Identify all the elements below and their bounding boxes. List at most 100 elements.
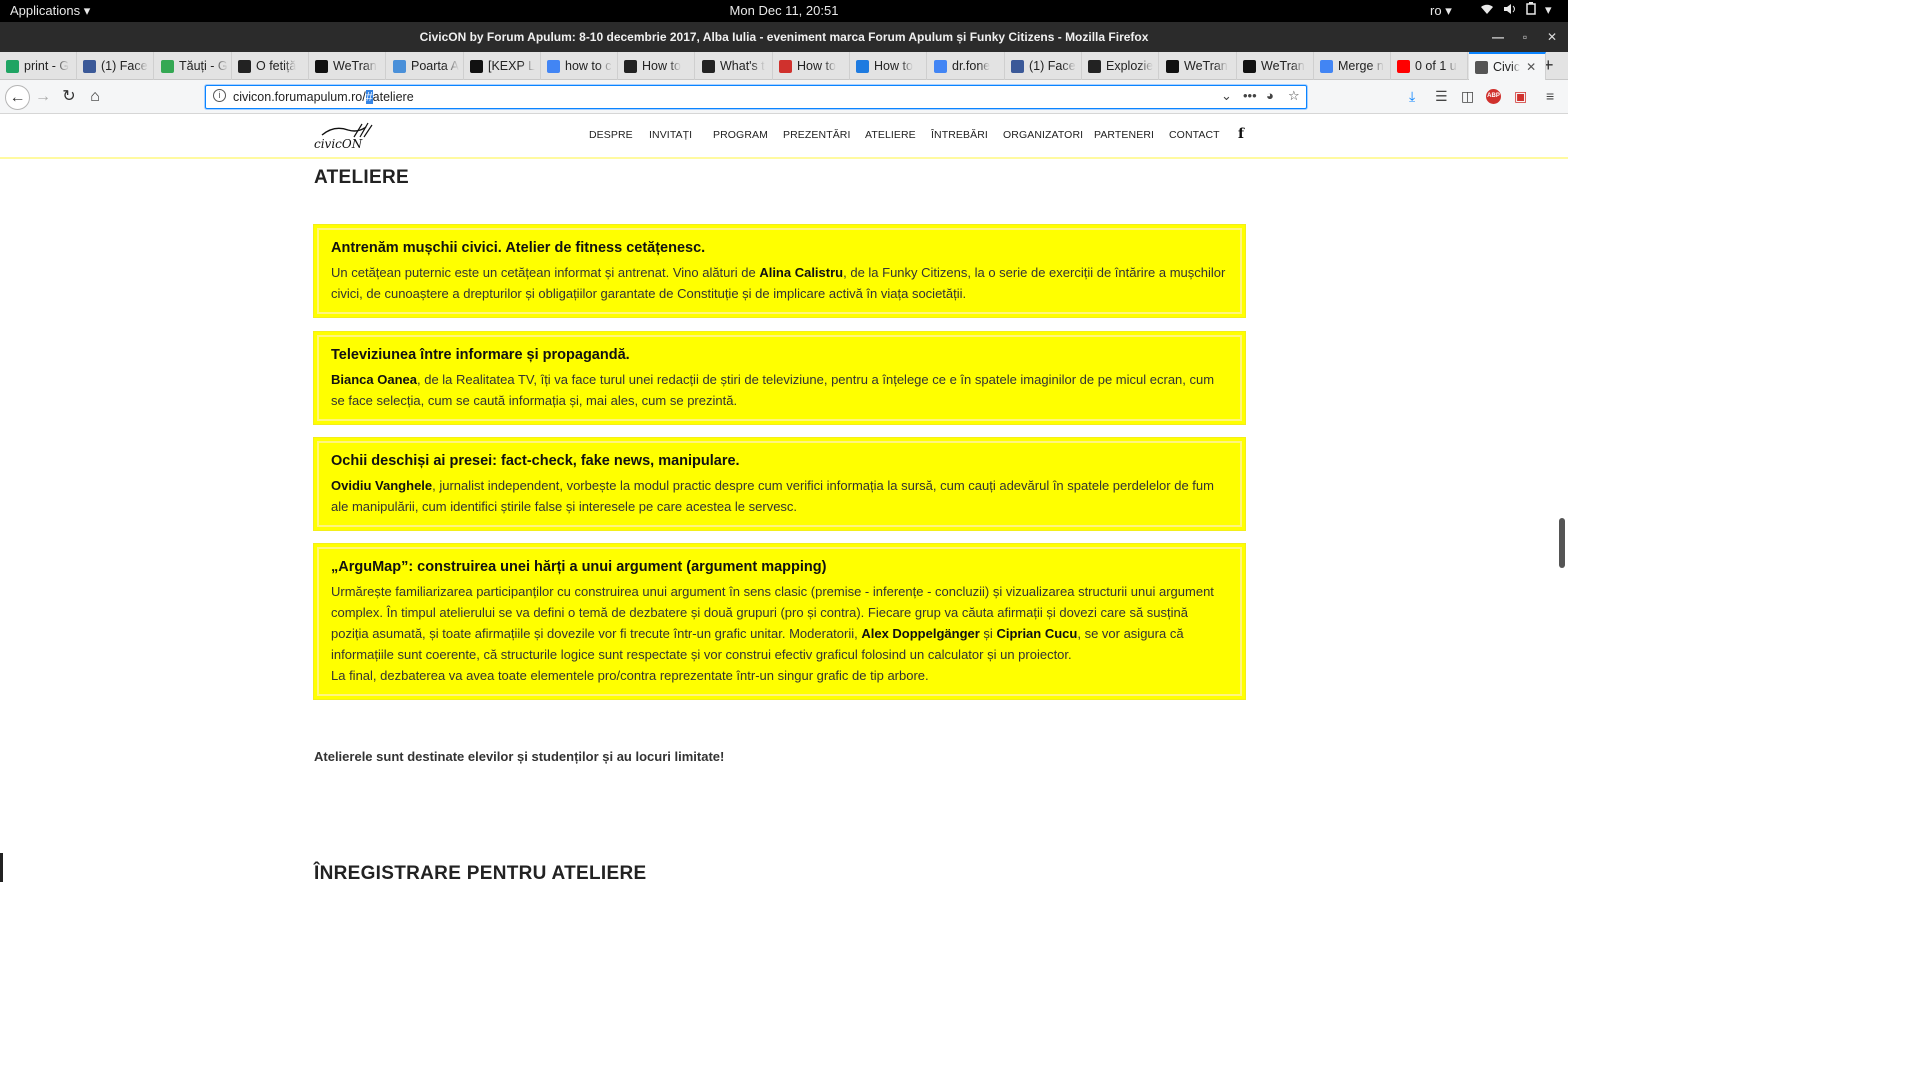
nav-link[interactable]: ATELIERE (865, 129, 916, 141)
nav-link[interactable]: CONTACT (1169, 129, 1220, 141)
nav-link[interactable]: PREZENTĂRI (783, 129, 851, 141)
browser-tab[interactable]: how to c (541, 52, 618, 80)
browser-tab[interactable]: [KEXP L (464, 52, 541, 80)
pocket-icon[interactable]: ◕ (1266, 88, 1274, 103)
url-prefix: civicon.forumapulum.ro/ (233, 90, 366, 104)
browser-tab[interactable]: dr.fone (928, 52, 1005, 80)
browser-tab[interactable]: Poarta A (387, 52, 464, 80)
browser-tab[interactable]: (1) Face (1005, 52, 1082, 80)
speaker-name: Ovidiu Vanghele (331, 478, 433, 493)
url-selection: # (365, 90, 373, 104)
system-status-area[interactable]: ▾ (1480, 2, 1552, 18)
sidebar-icon[interactable]: ◫ (1461, 88, 1474, 105)
speaker-name: Alina Calistru (759, 265, 844, 280)
speaker-name: Ciprian Cucu (996, 626, 1078, 641)
library-icon[interactable]: ☰ (1435, 88, 1448, 105)
window-edge (0, 853, 3, 882)
adblock-icon[interactable]: ABP (1486, 89, 1501, 104)
tab-title: Civic (1493, 60, 1521, 74)
browser-tab[interactable]: Merge n (1314, 52, 1391, 80)
nav-link[interactable]: INVITAȚI (649, 129, 692, 141)
url-bar[interactable]: i civicon.forumapulum.ro/#ateliere ⌄ •••… (205, 85, 1307, 109)
minimize-button[interactable]: — (1488, 28, 1508, 46)
hamburger-menu-icon[interactable]: ≡ (1546, 88, 1554, 104)
battery-icon (1526, 2, 1536, 18)
browser-tab[interactable]: Tăuți - G (155, 52, 232, 80)
tab-title: How to (874, 59, 913, 73)
downloads-icon[interactable]: ⤓ (1409, 88, 1415, 105)
applications-menu[interactable]: Applications ▾ (10, 3, 90, 19)
htg-icon (702, 59, 715, 73)
maximize-button[interactable]: ▫ (1515, 28, 1535, 46)
facebook-icon[interactable]: f (1238, 126, 1244, 142)
google-icon (1320, 59, 1333, 73)
registration-title: ÎNREGISTRARE PENTRU ATELIERE (314, 863, 647, 882)
wetransfer-icon (1166, 59, 1179, 73)
screenshot-icon[interactable]: ▣ (1514, 88, 1527, 105)
section-title: ATELIERE (314, 167, 409, 188)
tab-title: [KEXP L (488, 59, 536, 73)
browser-tab[interactable]: What's t (696, 52, 773, 80)
civicon-icon (1475, 60, 1488, 74)
browser-tab[interactable]: print - G (0, 52, 77, 80)
speaker-name: Bianca Oanea (331, 372, 417, 387)
language-indicator[interactable]: ro ▾ (1430, 3, 1452, 19)
browser-tab[interactable]: O fetiță (232, 52, 309, 80)
clock[interactable]: Mon Dec 11, 20:51 (730, 3, 839, 18)
scrollbar-thumb[interactable] (1559, 518, 1565, 568)
window-title-bar: CivicON by Forum Apulum: 8-10 decembrie … (0, 22, 1568, 52)
reload-button[interactable]: ↻ (57, 85, 81, 109)
site-info-icon[interactable]: i (213, 89, 226, 102)
workshop-card: Televiziunea între informare și propagan… (313, 331, 1246, 425)
kexp-icon (470, 59, 483, 73)
language-label: ro (1430, 3, 1442, 18)
workshop-card: Antrenăm mușchii civici. Atelier de fitn… (313, 224, 1246, 318)
facebook-icon (83, 59, 96, 73)
browser-tab[interactable]: (1) Face (77, 52, 154, 80)
civicon-logo[interactable]: civicON (314, 121, 376, 151)
facebook-icon (1011, 59, 1024, 73)
browser-tab[interactable]: WeTran (309, 52, 386, 80)
tab-title: dr.fone (952, 59, 991, 73)
bookmark-star-icon[interactable]: ☆ (1288, 88, 1300, 104)
image-icon (393, 59, 406, 73)
browser-tab[interactable]: 0 of 1 u (1391, 52, 1468, 80)
system-top-bar: Applications ▾ Mon Dec 11, 20:51 ro ▾ ▾ (0, 0, 1568, 22)
browser-tab[interactable]: Explozie (1082, 52, 1159, 80)
back-button[interactable]: ← (5, 85, 30, 110)
chevron-down-icon[interactable]: ⌄ (1221, 88, 1232, 104)
nav-link[interactable]: PARTENERI (1094, 129, 1154, 141)
logo-text: civicON (314, 137, 363, 151)
nav-link[interactable]: DESPRE (589, 129, 633, 141)
nav-link[interactable]: ORGANIZATORI (1003, 129, 1083, 141)
volume-icon (1503, 3, 1517, 18)
home-button[interactable]: ⌂ (83, 85, 107, 109)
workshop-description: Bianca Oanea, de la Realitatea TV, îți v… (331, 369, 1228, 411)
workshop-card: Ochii deschiși ai presei: fact-check, fa… (313, 437, 1246, 531)
browser-tab[interactable]: How to (618, 52, 695, 80)
forward-button[interactable]: → (31, 85, 55, 109)
tab-title: How to (642, 59, 681, 73)
tab-title: 0 of 1 u (1415, 59, 1457, 73)
browser-tab[interactable]: WeTran (1237, 52, 1314, 80)
web-page: civicON DESPRE INVITAȚI PROGRAM PREZENTĂRI A… (0, 115, 1568, 882)
browser-tab[interactable]: How to (773, 52, 850, 80)
close-window-button[interactable]: ✕ (1542, 28, 1562, 46)
google-icon (934, 59, 947, 73)
nav-link[interactable]: PROGRAM (713, 129, 768, 141)
url-suffix: ateliere (372, 90, 414, 104)
description-text: Un cetățean puternic este un cetățean in… (331, 265, 760, 280)
browser-tab[interactable]: WeTran (1160, 52, 1237, 80)
tab-title: how to c (565, 59, 612, 73)
tab-title: Poarta A (411, 59, 459, 73)
browser-tab[interactable]: Civic ✕ (1469, 52, 1546, 80)
site-icon (779, 59, 792, 73)
page-actions-icon[interactable]: ••• (1243, 88, 1257, 103)
browser-tab[interactable]: How to (850, 52, 927, 80)
nav-link[interactable]: ÎNTREBĂRI (931, 129, 988, 141)
close-tab-icon[interactable]: ✕ (1526, 60, 1536, 74)
tab-strip: + print - G (1) Face Tăuți - GO fetiță WeTr… (0, 52, 1568, 80)
url-text[interactable]: civicon.forumapulum.ro/#ateliere (233, 90, 414, 104)
description-text: , jurnalist independent, vorbește la mod… (331, 478, 1214, 514)
wetransfer-icon (1243, 59, 1256, 73)
